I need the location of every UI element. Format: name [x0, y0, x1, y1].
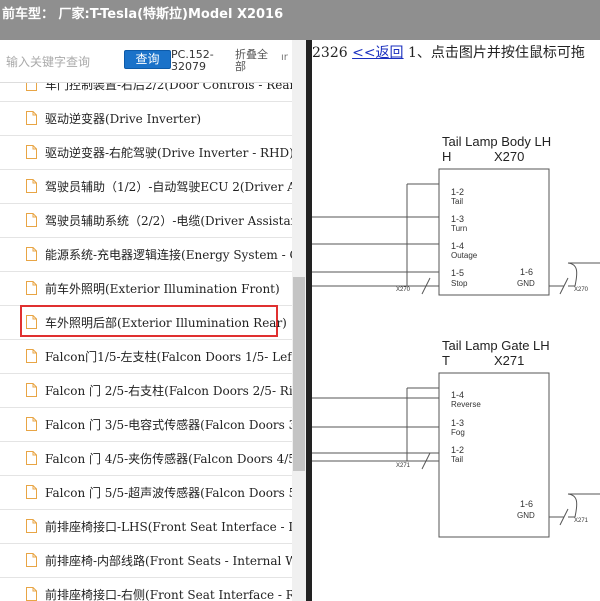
component-title: Tail Lamp Body LH [442, 134, 551, 149]
tree-item[interactable]: 驱动逆变器(Drive Inverter) [0, 101, 292, 136]
tree-item-label: Falcon 门 5/5-超声波传感器(Falcon Doors 5/ [45, 486, 292, 500]
document-icon [26, 349, 37, 363]
pin-number: 1-3 [451, 214, 464, 224]
pin-name: GND [517, 511, 535, 520]
tree-item-label: 驱动逆变器(Drive Inverter) [45, 112, 202, 126]
search-extra: ır [281, 52, 288, 63]
component-letter: H [442, 149, 451, 164]
pin-number: 1-6 [520, 499, 533, 509]
document-icon [26, 315, 37, 329]
component-letter: T [442, 353, 450, 368]
tree-item-label: 前排座椅接口-LHS(Front Seat Interface - LHS [45, 520, 292, 534]
left-panel: 输入关键字查询 查询 PC.152-32079 折叠全部 ır 车门控制装置-右… [0, 40, 306, 601]
tree-item[interactable]: Falcon门1/5-左支柱(Falcon Doors 1/5- Left S [0, 339, 292, 374]
back-link[interactable]: <<返回 [352, 45, 403, 61]
document-icon [26, 587, 37, 601]
tree-item[interactable]: Falcon 门 2/5-右支柱(Falcon Doors 2/5- Righ [0, 373, 292, 408]
tree-item-label: Falcon 门 2/5-右支柱(Falcon Doors 2/5- Righ [45, 384, 292, 398]
tree-item[interactable]: Falcon 门 3/5-电容式传感器(Falcon Doors 3/ [0, 407, 292, 442]
tree-item-label: 前车外照明(Exterior Illumination Front) [45, 282, 280, 296]
connector-label: X271 [396, 463, 411, 469]
page-number: 2326 [312, 45, 353, 61]
pin-name: Reverse [451, 400, 481, 409]
pin-name: Fog [451, 428, 465, 437]
scrollbar-thumb[interactable] [293, 277, 305, 471]
connector-label: X271 [574, 518, 589, 524]
tree-item[interactable]: 能源系统-充电器逻辑连接(Energy System - C [0, 237, 292, 272]
tree-item[interactable]: 前排座椅接口-LHS(Front Seat Interface - LHS [0, 509, 292, 544]
tree-item-label: 前排座椅-内部线路(Front Seats - Internal Wir [45, 554, 292, 568]
document-icon [26, 179, 37, 193]
connector-label: X270 [396, 287, 411, 293]
drag-hint: 1、点击图片并按住鼠标可拖 [403, 45, 585, 61]
pin-number: 1-5 [451, 268, 464, 278]
tree-item[interactable]: Falcon 门 5/5-超声波传感器(Falcon Doors 5/ [0, 475, 292, 510]
document-icon [26, 111, 37, 125]
tree-item[interactable]: 车门控制装置-右后2/2(Door Controls - Rear R [0, 83, 292, 102]
pin-name: Outage [451, 251, 478, 260]
document-icon [26, 213, 37, 227]
tree-item[interactable]: 前排座椅接口-右侧(Front Seat Interface - RH [0, 577, 292, 601]
tree-item[interactable]: 驾驶员辅助（1/2）-自动驾驶ECU 2(Driver A [0, 169, 292, 204]
tree-item-label: 驱动逆变器-右舵驾驶(Drive Inverter - RHD) [45, 146, 292, 160]
pin-name: GND [517, 279, 535, 288]
pin-number: 1-3 [451, 418, 464, 428]
document-icon [26, 553, 37, 567]
tree-item-label: Falcon 门 3/5-电容式传感器(Falcon Doors 3/ [45, 418, 292, 432]
model-code: PC.152-32079 [171, 48, 214, 73]
pin-number: 1-6 [520, 267, 533, 277]
tree-item-label: Falcon 门 4/5-夹伤传感器(Falcon Doors 4/5- [45, 452, 292, 466]
document-icon [26, 485, 37, 499]
pin-name: Tail [451, 455, 463, 464]
pin-name: Tail [451, 197, 463, 206]
component-title: Tail Lamp Gate LH [442, 338, 550, 353]
tree-item-label: 驾驶员辅助系统（2/2）-电缆(Driver Assistar [45, 214, 292, 228]
search-button[interactable]: 查询 [124, 50, 171, 69]
tree-item-label: 车门控制装置-右后2/2(Door Controls - Rear R [45, 83, 292, 92]
document-icon [26, 281, 37, 295]
tree-item[interactable]: 驱动逆变器-右舵驾驶(Drive Inverter - RHD) [0, 135, 292, 170]
document-icon [26, 417, 37, 431]
pin-number: 1-4 [451, 241, 464, 251]
window-title: 前车型： 厂家:T-Tesla(特斯拉)Model X2016 [2, 7, 284, 22]
tree-item[interactable]: 前排座椅-内部线路(Front Seats - Internal Wir [0, 543, 292, 578]
tree-item[interactable]: 前车外照明(Exterior Illumination Front) [0, 271, 292, 306]
document-icon [26, 519, 37, 533]
wiring-diagram[interactable]: Tail Lamp Body LH H X270 1-2 Tail 1-3 Tu… [312, 60, 600, 601]
title-bar: 前车型： 厂家:T-Tesla(特斯拉)Model X2016 [0, 0, 600, 40]
search-bar: 输入关键字查询 查询 PC.152-32079 折叠全部 ır [0, 40, 306, 83]
connector-code: X270 [494, 149, 524, 164]
tree-item-selected[interactable]: 车外照明后部(Exterior Illumination Rear) [0, 305, 292, 340]
pin-number: 1-4 [451, 390, 464, 400]
document-icon [26, 83, 37, 91]
tree-item-label: 车外照明后部(Exterior Illumination Rear) [45, 316, 287, 330]
tree-list: 车门控制装置-右后2/2(Door Controls - Rear R 驱动逆变… [0, 83, 292, 601]
tree-item-label: 驾驶员辅助（1/2）-自动驾驶ECU 2(Driver A [45, 180, 292, 194]
pin-number: 1-2 [451, 187, 464, 197]
connector-label: X270 [574, 287, 589, 293]
collapse-all-button[interactable]: 折叠全部 [235, 49, 275, 73]
document-icon [26, 247, 37, 261]
document-icon [26, 383, 37, 397]
nav-bar: 2326 <<返回 1、点击图片并按住鼠标可拖 [312, 42, 585, 62]
pin-number: 1-2 [451, 445, 464, 455]
tree-item[interactable]: 驾驶员辅助系统（2/2）-电缆(Driver Assistar [0, 203, 292, 238]
pin-name: Turn [451, 224, 467, 233]
tree-item-label: 前排座椅接口-右侧(Front Seat Interface - RH [45, 588, 292, 601]
tree-item[interactable]: Falcon 门 4/5-夹伤传感器(Falcon Doors 4/5- [0, 441, 292, 476]
connector-code: X271 [494, 353, 524, 368]
document-icon [26, 451, 37, 465]
search-input[interactable]: 输入关键字查询 [6, 53, 90, 70]
tree-item-label: 能源系统-充电器逻辑连接(Energy System - C [45, 248, 292, 262]
pin-name: Stop [451, 279, 468, 288]
document-icon [26, 145, 37, 159]
tree-item-label: Falcon门1/5-左支柱(Falcon Doors 1/5- Left S [45, 350, 292, 364]
